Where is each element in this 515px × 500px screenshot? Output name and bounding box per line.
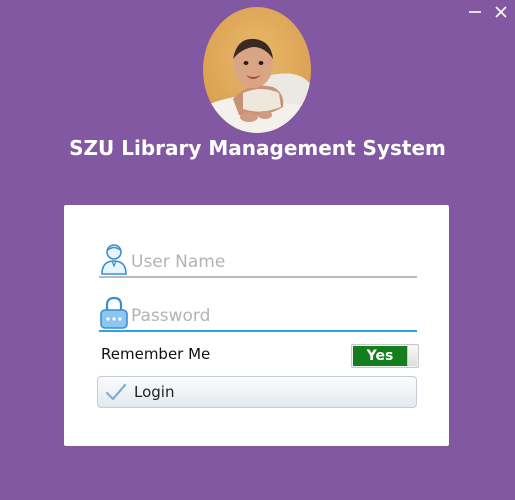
username-field <box>99 242 417 278</box>
toggle-state-label: Yes <box>353 346 407 366</box>
username-input[interactable] <box>131 250 411 274</box>
password-field <box>99 296 417 332</box>
checkmark-icon <box>104 380 128 404</box>
lock-icon <box>100 296 128 329</box>
user-icon <box>101 244 127 275</box>
login-button[interactable]: Login <box>97 376 417 408</box>
minimize-button[interactable] <box>465 2 485 22</box>
login-window: SZU Library Management System Remember M… <box>0 0 515 500</box>
avatar-photo <box>203 7 311 133</box>
avatar <box>203 7 311 133</box>
close-button[interactable] <box>491 2 511 22</box>
login-card: Remember Me Yes Login <box>64 205 449 446</box>
login-button-label: Login <box>134 383 175 401</box>
minimize-icon <box>469 11 481 13</box>
app-title: SZU Library Management System <box>69 136 446 160</box>
close-icon <box>495 6 507 18</box>
remember-me-toggle[interactable]: Yes <box>351 344 419 368</box>
password-input[interactable] <box>131 304 411 328</box>
toggle-knob <box>407 346 417 366</box>
remember-me-label: Remember Me <box>101 345 211 363</box>
window-controls <box>465 2 511 22</box>
